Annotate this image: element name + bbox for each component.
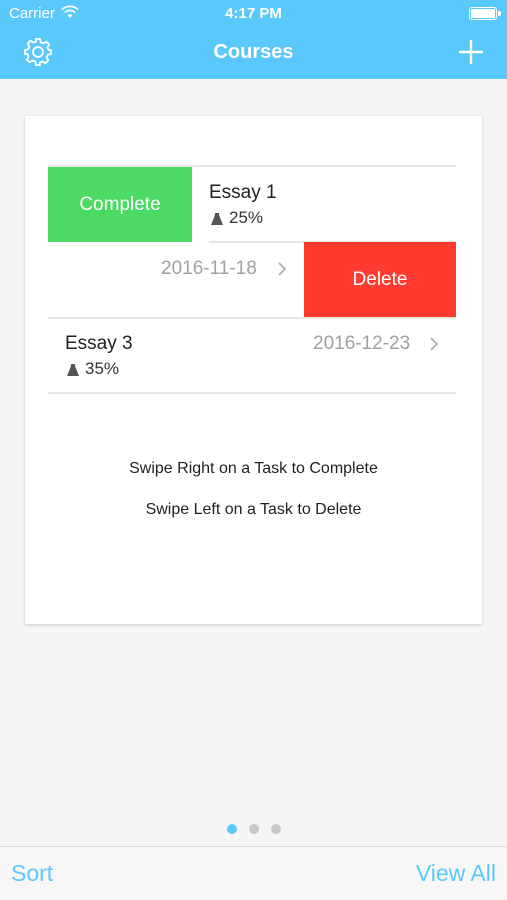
divider (48, 392, 456, 394)
page-title: Courses (213, 41, 294, 63)
weight-icon (211, 212, 223, 225)
task-title[interactable]: Essay 1 (209, 182, 277, 204)
page-indicator[interactable] (0, 824, 507, 834)
status-time: 4:17 PM (225, 5, 282, 22)
task-weight-value: 25% (229, 208, 264, 227)
sort-button[interactable]: Sort (11, 860, 53, 887)
task-weight-value: 35% (85, 359, 120, 378)
top-bar: Carrier 4:17 PM Courses (0, 0, 507, 79)
task-title[interactable]: Essay 3 (65, 333, 133, 355)
hint-swipe-right: Swipe Right on a Task to Complete (129, 460, 378, 477)
battery-icon (469, 7, 501, 20)
status-bar: Carrier 4:17 PM (0, 0, 507, 28)
page-dot-active[interactable] (226, 824, 237, 834)
divider (48, 317, 456, 319)
task-date: 2016-12-23 (313, 333, 411, 354)
delete-button[interactable]: Delete (304, 242, 456, 318)
course-card: Complete Essay 1 25% 2016-11-18 Delete E… (25, 116, 482, 624)
page-dot[interactable] (248, 824, 259, 834)
task-weight: 35% (66, 359, 119, 379)
chevron-right-icon (430, 337, 439, 351)
page-dot[interactable] (270, 824, 281, 834)
view-all-button[interactable]: View All (416, 860, 496, 887)
hint-swipe-left: Swipe Left on a Task to Delete (145, 501, 362, 518)
complete-button[interactable]: Complete (48, 167, 192, 242)
bottom-toolbar: Sort View All (0, 846, 507, 900)
plus-icon[interactable] (457, 38, 485, 66)
nav-bar: Courses (0, 28, 507, 79)
weight-icon (67, 363, 79, 376)
task-date: 2016-11-18 (161, 258, 257, 279)
courses-screen: Carrier 4:17 PM Courses Complete Essay 1… (0, 0, 507, 900)
task-weight: 25% (210, 208, 263, 228)
chevron-right-icon (278, 262, 287, 276)
